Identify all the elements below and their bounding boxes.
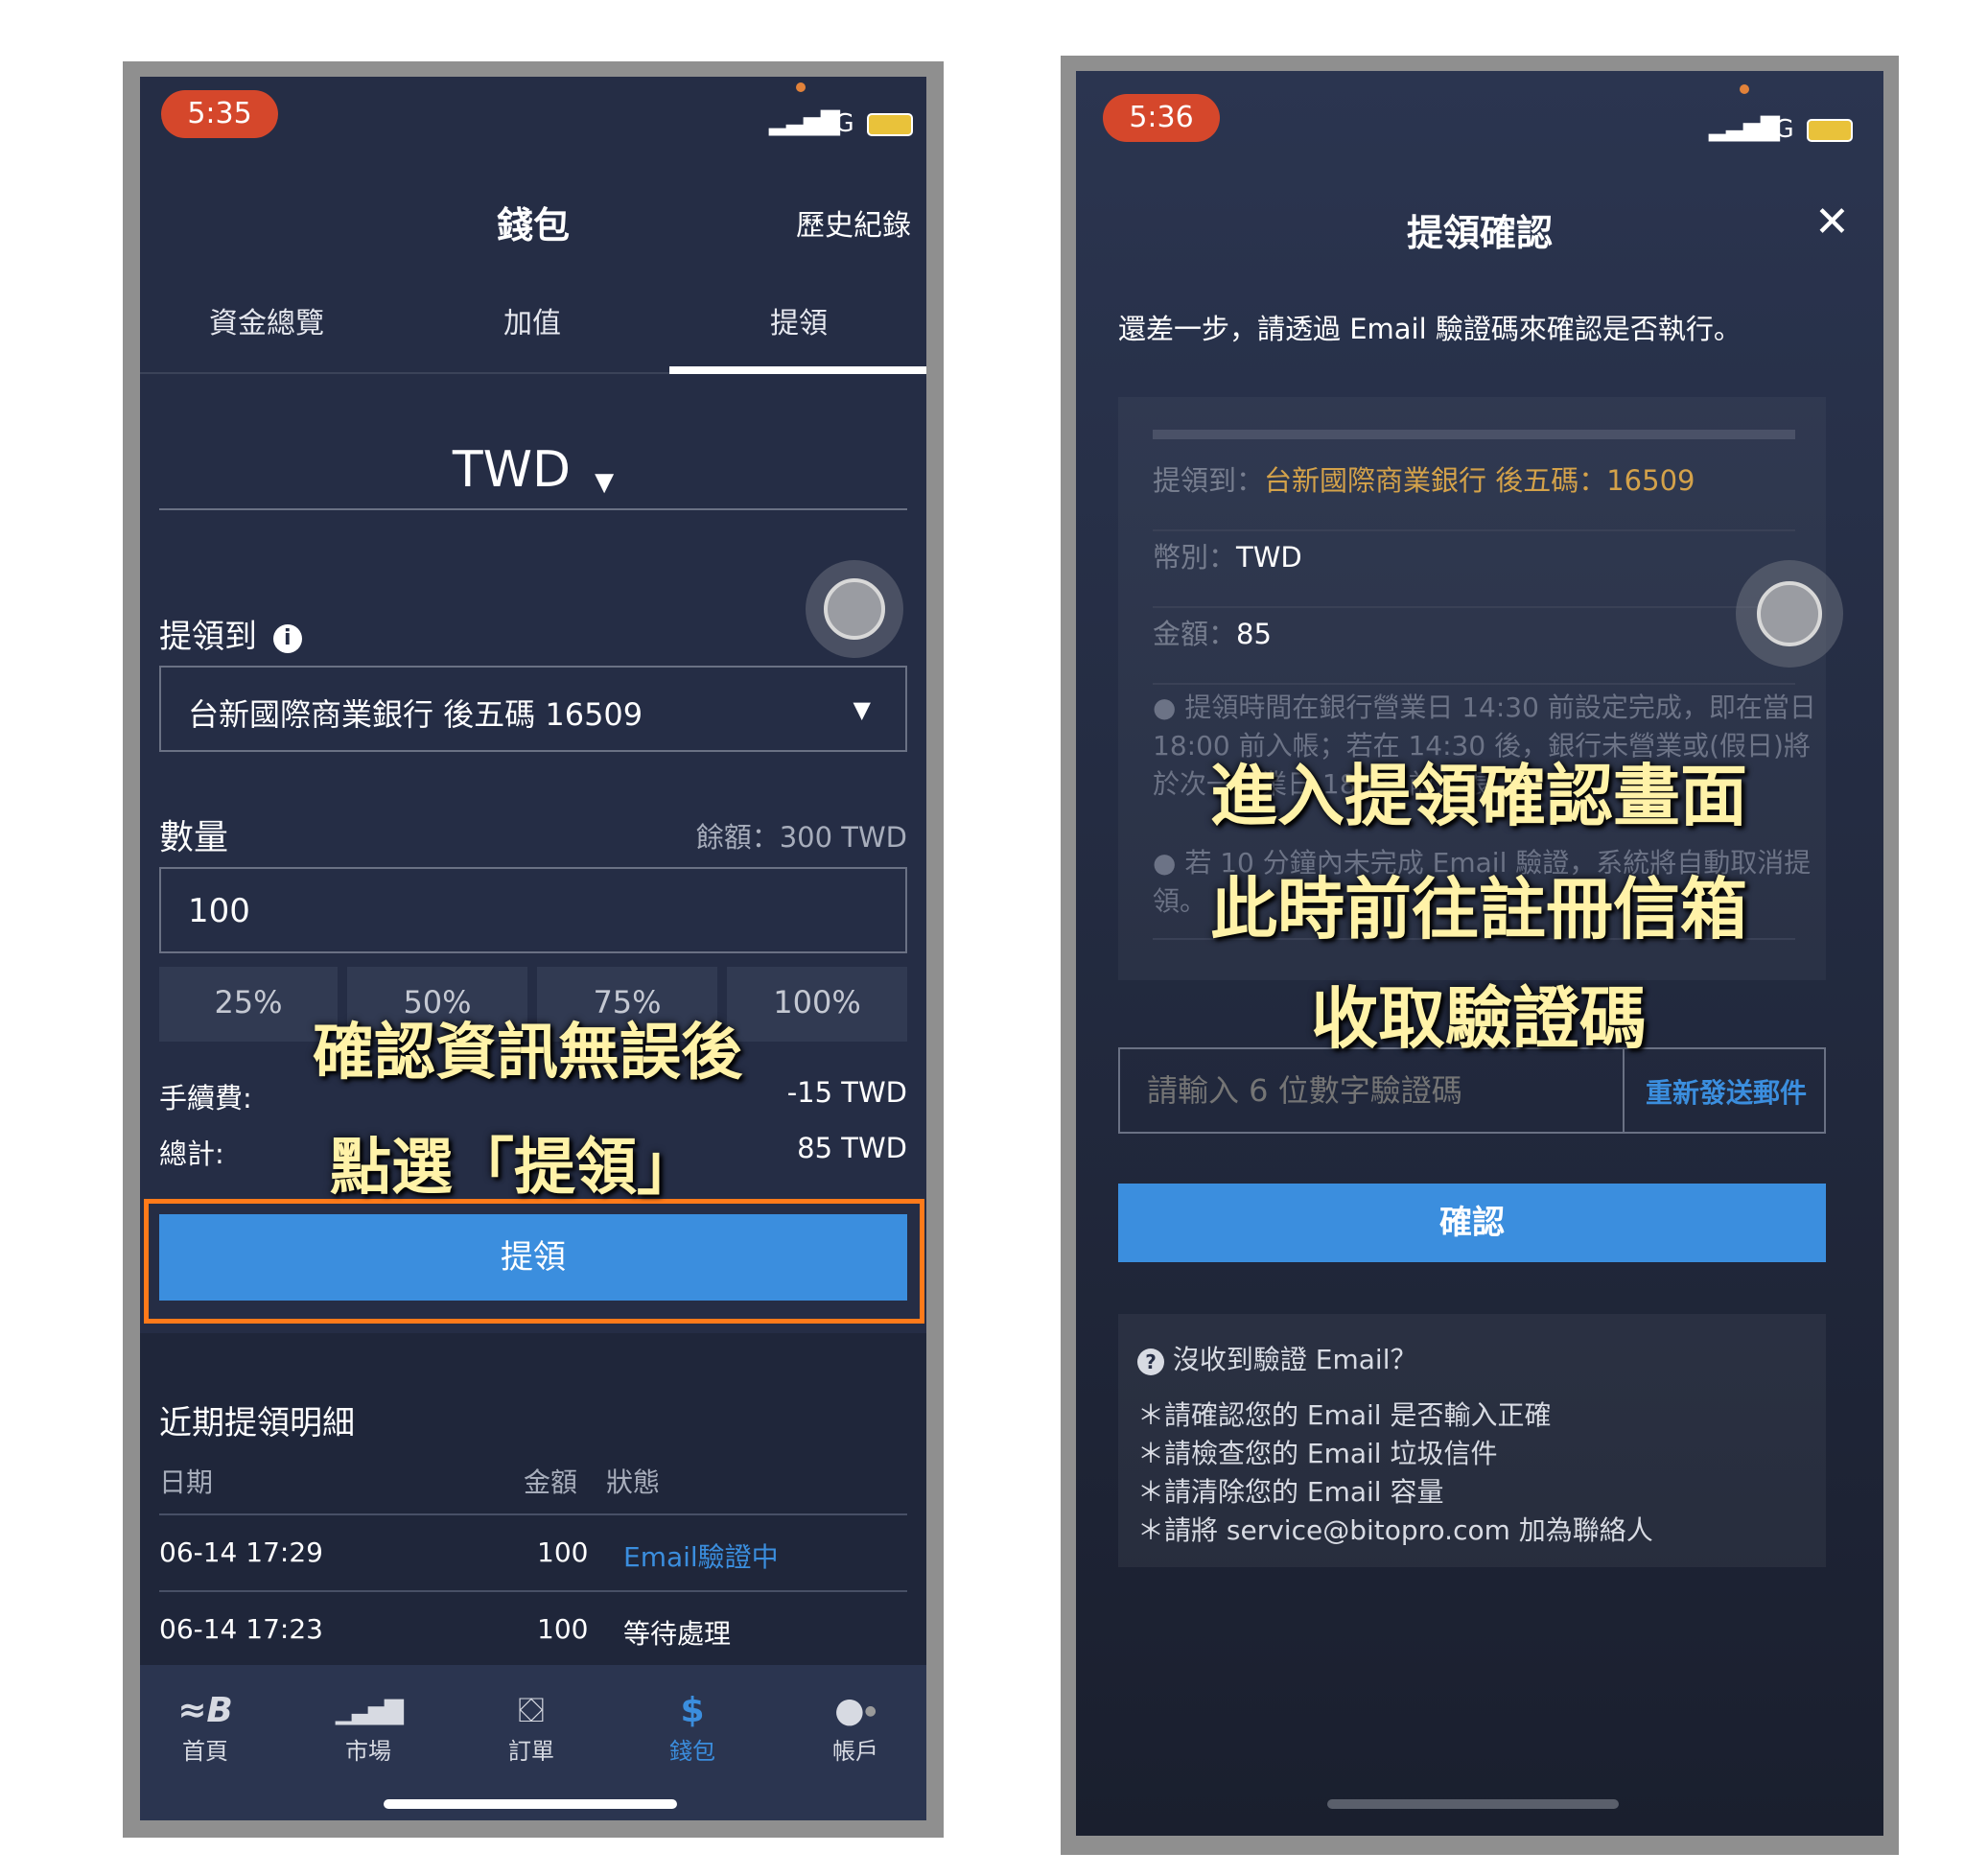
home-indicator (384, 1799, 677, 1809)
amount-input[interactable]: 100 (159, 867, 907, 953)
bar-chart-icon: ▁▃▅▇ (336, 1697, 404, 1725)
withdraw-to-label: 提領到 i (159, 610, 302, 657)
details-top-bar (1153, 430, 1795, 439)
status-time: 5:35 (161, 90, 278, 138)
detail-amount-label: 金額： (1153, 618, 1237, 650)
nav-orders[interactable]: ⛋ 訂單 (474, 1690, 589, 1766)
nav-market[interactable]: ▁▃▅▇ 市場 (311, 1690, 426, 1766)
detail-to-label: 提領到： (1153, 464, 1265, 497)
page-title: 提領確認 (1406, 212, 1553, 254)
row-date: 06-14 17:29 (159, 1536, 323, 1568)
pct-100-button[interactable]: 100% (727, 967, 907, 1042)
camera-indicator-dot (796, 82, 806, 92)
help-item: ＊請確認您的 Email 是否輸入正確 (1137, 1399, 1552, 1431)
inbox-tray-icon: ⛋ (518, 1691, 545, 1730)
pct-25-button[interactable]: 25% (159, 967, 338, 1042)
tab-overview[interactable]: 資金總覽 (140, 299, 393, 341)
battery-icon (1807, 119, 1853, 142)
help-item: ＊請檢查您的 Email 垃圾信件 (1137, 1438, 1498, 1469)
balance-text: 餘額：300 TWD (695, 821, 907, 854)
annotation-line-2: 點選「提領」 (330, 1133, 698, 1204)
confirm-button[interactable]: 確認 (1118, 1184, 1826, 1262)
annotation-line-2: 此時前往註冊信箱 (1210, 870, 1747, 949)
row-amount: 100 (537, 1536, 589, 1568)
network-label: 4G (1759, 115, 1794, 144)
info-icon[interactable]: i (272, 623, 302, 653)
detail-currency-label: 幣別： (1153, 541, 1237, 574)
total-value: 85 TWD (797, 1132, 907, 1164)
nav-wallet-label: 錢包 (669, 1738, 715, 1765)
tab-active-indicator (669, 366, 926, 374)
dollar-icon: $ (680, 1691, 705, 1730)
help-title: ? 沒收到驗證 Email？ (1137, 1339, 1417, 1377)
nav-market-label: 市場 (345, 1738, 391, 1765)
fee-value: -15 TWD (786, 1076, 907, 1109)
row-amount: 100 (537, 1613, 589, 1645)
question-icon: ? (1137, 1348, 1164, 1375)
camera-indicator-dot (1740, 84, 1749, 94)
nav-account-label: 帳戶 (832, 1738, 878, 1765)
nav-orders-label: 訂單 (508, 1738, 554, 1765)
row-date: 06-14 17:23 (159, 1613, 323, 1645)
nav-home[interactable]: ≈B 首頁 (148, 1690, 263, 1766)
bottom-nav: ≈B 首頁 ▁▃▅▇ 市場 ⛋ 訂單 $ 錢包 ●● 帳戶 (140, 1665, 926, 1820)
help-item: ＊請將 service@bitopro.com 加為聯絡人 (1137, 1514, 1653, 1546)
table-row[interactable]: 06-14 17:23 100 等待處理 (159, 1592, 907, 1667)
annotation-line-1: 確認資訊無誤後 (313, 1018, 742, 1089)
annotation-line-3: 收取驗證碼 (1311, 979, 1647, 1058)
detail-currency-value: TWD (1236, 541, 1302, 574)
withdraw-button[interactable]: 提領 (159, 1214, 907, 1301)
detail-to: 提領到：台新國際商業銀行 後五碼：16509 (1153, 458, 1795, 531)
amount-input-value: 100 (188, 892, 250, 930)
tab-deposit[interactable]: 加值 (393, 299, 671, 341)
caret-down-icon: ▼ (853, 696, 871, 723)
network-label: 4G (819, 109, 854, 138)
info-icon: ● (1153, 847, 1177, 879)
info-icon: ● (1153, 692, 1177, 723)
close-icon[interactable]: ✕ (1814, 198, 1850, 246)
history-link[interactable]: 歷史紀錄 (796, 201, 911, 244)
home-indicator (1327, 1799, 1619, 1809)
detail-to-value: 台新國際商業銀行 後五碼：16509 (1264, 464, 1695, 497)
annotation-line-1: 進入提領確認畫面 (1210, 757, 1747, 835)
intro-text: 還差一步，請透過 Email 驗證碼來確認是否執行。 (1118, 313, 1742, 345)
caret-down-icon: ▼ (595, 467, 615, 497)
nav-home-label: 首頁 (182, 1738, 228, 1765)
resend-email-button[interactable]: 重新發送郵件 (1628, 1072, 1824, 1111)
tab-withdraw[interactable]: 提領 (671, 299, 926, 341)
fee-label: 手續費: (159, 1082, 252, 1114)
detail-currency: 幣別：TWD (1153, 535, 1795, 608)
total-label: 總計: (159, 1137, 224, 1170)
col-status: 狀態 (606, 1466, 661, 1498)
user-icon: ●● (834, 1691, 877, 1730)
amount-label: 數量 (159, 818, 229, 857)
row-status: Email驗證中 (623, 1541, 779, 1573)
assistive-touch[interactable] (1736, 560, 1843, 668)
home-logo-icon: ≈B (177, 1691, 233, 1730)
nav-account[interactable]: ●● 帳戶 (798, 1690, 913, 1766)
battery-icon (867, 113, 913, 136)
col-amount: 金額 (524, 1466, 578, 1498)
nav-wallet[interactable]: $ 錢包 (635, 1690, 750, 1766)
currency-label: TWD (452, 441, 572, 499)
help-item: ＊請清除您的 Email 容量 (1137, 1476, 1444, 1508)
col-date: 日期 (159, 1466, 214, 1498)
recent-title: 近期提領明細 (159, 1404, 355, 1442)
table-row[interactable]: 06-14 17:29 100 Email驗證中 (159, 1515, 907, 1590)
detail-amount: 金額：85 (1153, 612, 1795, 685)
row-status: 等待處理 (623, 1618, 732, 1650)
left-phone-screen: 5:35 ▂▃▅▇ 4G 錢包 歷史紀錄 資金總覽 加值 提領 TWD ▼ 提領… (140, 77, 926, 1820)
bank-select-value: 台新國際商業銀行 後五碼 16509 (188, 696, 643, 733)
currency-selector[interactable]: TWD ▼ (159, 441, 907, 510)
detail-amount-value: 85 (1236, 618, 1272, 650)
right-phone-screen: 5:36 ▂▃▅▇ 4G 提領確認 ✕ 還差一步，請透過 Email 驗證碼來確… (1076, 71, 1883, 1836)
status-time: 5:36 (1103, 94, 1220, 142)
assistive-touch[interactable] (806, 560, 903, 658)
bank-select[interactable]: 台新國際商業銀行 後五碼 16509 ▼ (159, 666, 907, 752)
